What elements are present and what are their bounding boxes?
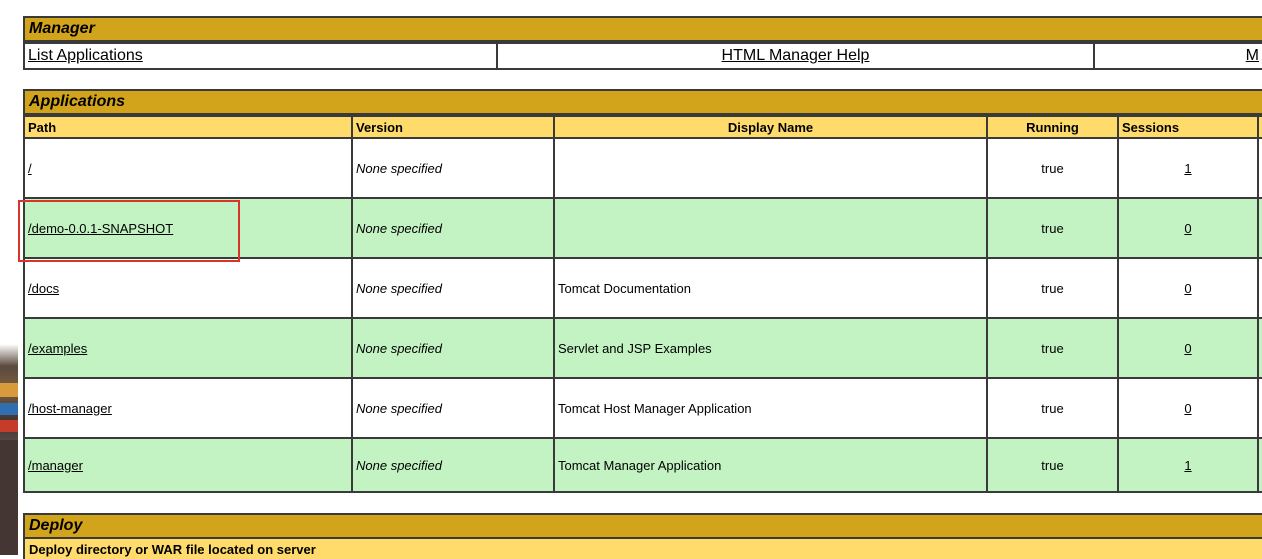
sessions-link[interactable]: 0: [1184, 221, 1191, 236]
html-manager-help-link[interactable]: HTML Manager Help: [722, 47, 870, 64]
running-cell: true: [986, 377, 1119, 439]
deploy-section-title: Deploy: [23, 513, 1262, 539]
running-cell: true: [986, 197, 1119, 259]
display-name-cell: Tomcat Documentation: [553, 257, 988, 319]
table-row: /docs None specified Tomcat Documentatio…: [23, 257, 1262, 319]
background-strip: [0, 0, 18, 555]
manager-help-link[interactable]: M: [1246, 47, 1259, 64]
sessions-link[interactable]: 0: [1184, 281, 1191, 296]
version-cell: None specified: [351, 197, 555, 259]
sessions-link[interactable]: 0: [1184, 341, 1191, 356]
manager-link-cell: M: [1093, 42, 1262, 70]
display-name-cell: Tomcat Manager Application: [553, 437, 988, 493]
app-path-link[interactable]: /examples: [28, 341, 87, 356]
applications-table: Path Version Display Name Running Sessio…: [23, 115, 1262, 493]
table-row: /host-manager None specified Tomcat Host…: [23, 377, 1262, 439]
manager-links-table: List Applications HTML Manager Help M: [23, 42, 1262, 70]
background-sign: [0, 403, 18, 415]
commands-cell: [1257, 377, 1262, 439]
commands-cell: [1257, 257, 1262, 319]
column-header-version: Version: [351, 115, 555, 139]
highlight-box: [18, 200, 240, 262]
app-path-link[interactable]: /: [28, 161, 32, 176]
version-cell: None specified: [351, 437, 555, 493]
background-sign: [0, 383, 18, 397]
path-cell: /: [23, 137, 353, 199]
table-row: /manager None specified Tomcat Manager A…: [23, 437, 1262, 493]
table-row: / None specified true 1: [23, 137, 1262, 199]
version-cell: None specified: [351, 137, 555, 199]
sessions-link[interactable]: 0: [1184, 401, 1191, 416]
path-cell: /host-manager: [23, 377, 353, 439]
version-cell: None specified: [351, 257, 555, 319]
display-name-cell: Servlet and JSP Examples: [553, 317, 988, 379]
display-name-cell: [553, 197, 988, 259]
version-cell: None specified: [351, 377, 555, 439]
display-name-cell: [553, 137, 988, 199]
sessions-cell: 1: [1117, 137, 1259, 199]
sessions-cell: 0: [1117, 317, 1259, 379]
running-cell: true: [986, 137, 1119, 199]
commands-cell: [1257, 317, 1262, 379]
background-sign: [0, 420, 18, 432]
table-header-row: Path Version Display Name Running Sessio…: [23, 115, 1262, 139]
commands-cell: [1257, 437, 1262, 493]
column-header-sessions: Sessions: [1117, 115, 1259, 139]
sessions-link[interactable]: 1: [1184, 458, 1191, 473]
sessions-cell: 0: [1117, 377, 1259, 439]
sessions-cell: 0: [1117, 257, 1259, 319]
column-header-commands: [1257, 115, 1262, 139]
app-path-link[interactable]: /manager: [28, 458, 83, 473]
sessions-cell: 0: [1117, 197, 1259, 259]
app-path-link[interactable]: /docs: [28, 281, 59, 296]
sessions-link[interactable]: 1: [1184, 161, 1191, 176]
column-header-running: Running: [986, 115, 1119, 139]
applications-section-title: Applications: [23, 89, 1262, 115]
running-cell: true: [986, 317, 1119, 379]
column-header-path: Path: [23, 115, 353, 139]
list-applications-link[interactable]: List Applications: [28, 47, 143, 64]
table-row: /examples None specified Servlet and JSP…: [23, 317, 1262, 379]
deploy-subtitle: Deploy directory or WAR file located on …: [23, 539, 1262, 559]
running-cell: true: [986, 257, 1119, 319]
sessions-cell: 1: [1117, 437, 1259, 493]
version-cell: None specified: [351, 317, 555, 379]
background-scene: [0, 440, 18, 555]
column-header-display-name: Display Name: [553, 115, 988, 139]
display-name-cell: Tomcat Host Manager Application: [553, 377, 988, 439]
app-path-link[interactable]: /host-manager: [28, 401, 112, 416]
path-cell: /examples: [23, 317, 353, 379]
manager-section-title: Manager: [23, 16, 1262, 42]
path-cell: /docs: [23, 257, 353, 319]
manager-link-cell: List Applications: [23, 42, 498, 70]
running-cell: true: [986, 437, 1119, 493]
commands-cell: [1257, 197, 1262, 259]
path-cell: /manager: [23, 437, 353, 493]
manager-link-cell: HTML Manager Help: [496, 42, 1095, 70]
commands-cell: [1257, 137, 1262, 199]
